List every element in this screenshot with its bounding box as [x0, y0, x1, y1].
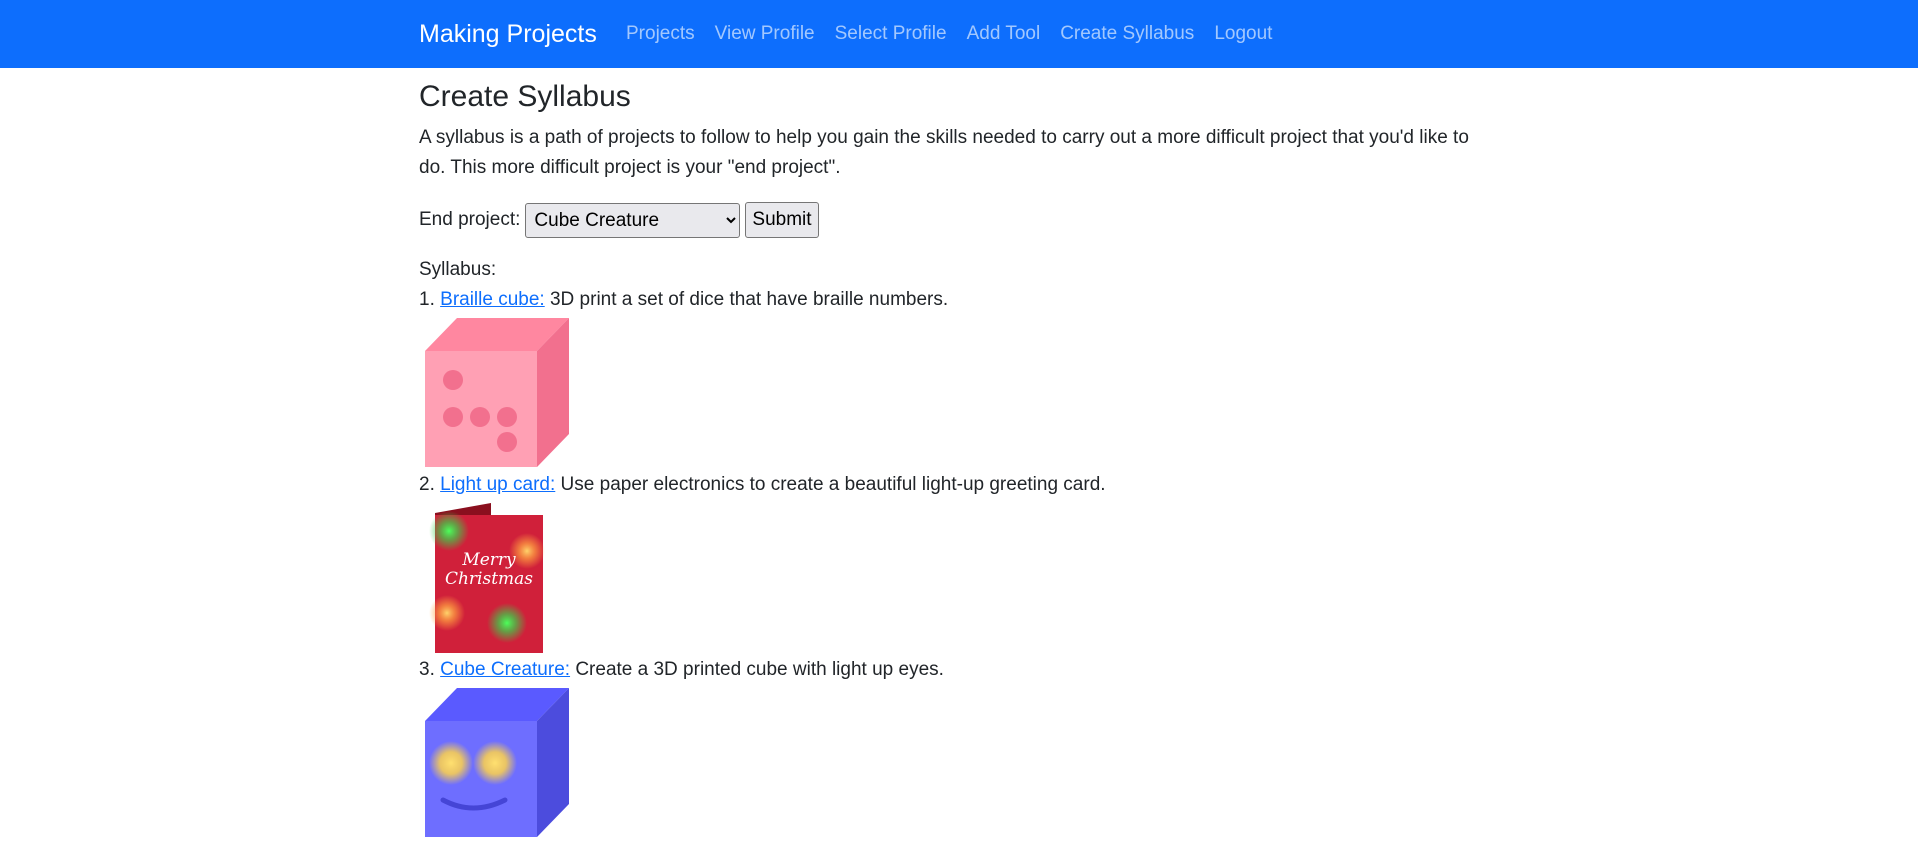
nav-link-logout[interactable]: Logout — [1204, 0, 1282, 68]
syllabus-item: 1. Braille cube: 3D print a set of dice … — [419, 285, 1499, 315]
project-link-light-up-card[interactable]: Light up card: — [440, 474, 555, 495]
end-project-select[interactable]: Cube Creature — [525, 202, 741, 238]
page-title: Create Syllabus — [419, 80, 631, 113]
item-description: Create a 3D printed cube with light up e… — [570, 659, 944, 680]
item-number: 1. — [419, 289, 435, 310]
christmas-card-image: Merry Christmas — [429, 503, 545, 653]
braille-cube-image — [425, 318, 569, 467]
nav-link-select-profile[interactable]: Select Profile — [825, 0, 957, 68]
nav-links: Projects View Profile Select Profile Add… — [626, 0, 1282, 68]
submit-button[interactable]: Submit — [745, 202, 819, 238]
item-number: 3. — [419, 659, 435, 680]
nav-link-add-tool[interactable]: Add Tool — [957, 0, 1051, 68]
nav-link-create-syllabus[interactable]: Create Syllabus — [1050, 0, 1204, 68]
navbar-brand[interactable]: Making Projects — [419, 0, 597, 68]
end-project-label: End project: — [419, 209, 521, 230]
card-text-christmas: Christmas — [445, 569, 533, 589]
cube-creature-image — [425, 688, 569, 837]
item-description: Use paper electronics to create a beauti… — [555, 474, 1106, 495]
navbar: Making Projects Projects View Profile Se… — [0, 0, 1918, 68]
nav-link-view-profile[interactable]: View Profile — [705, 0, 825, 68]
syllabus-heading: Syllabus: — [419, 259, 497, 280]
item-description: 3D print a set of dice that have braille… — [544, 289, 949, 310]
nav-link-projects[interactable]: Projects — [626, 0, 705, 68]
syllabus-item: 3. Cube Creature: Create a 3D printed cu… — [419, 655, 1499, 685]
intro-text: A syllabus is a path of projects to foll… — [419, 127, 1469, 178]
main-content: Create Syllabus A syllabus is a path of … — [419, 68, 1499, 840]
item-number: 2. — [419, 474, 435, 495]
syllabus-item: 2. Light up card: Use paper electronics … — [419, 470, 1499, 500]
card-text-merry: Merry — [461, 550, 516, 570]
end-project-form: End project: Cube Creature Submit — [419, 202, 1499, 238]
project-link-cube-creature[interactable]: Cube Creature: — [440, 659, 570, 680]
project-link-braille-cube[interactable]: Braille cube: — [440, 289, 545, 310]
